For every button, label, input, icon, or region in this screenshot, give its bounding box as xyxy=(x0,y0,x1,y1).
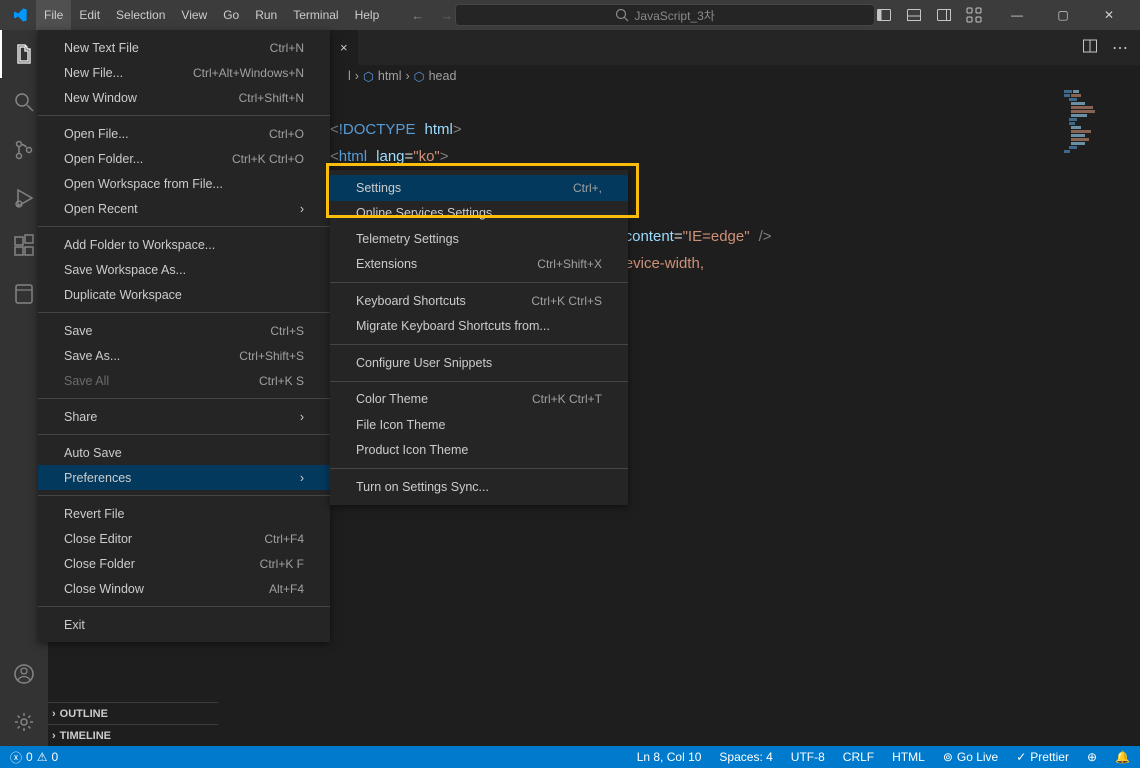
check-icon: ✓ xyxy=(1016,750,1026,764)
file-menu-item[interactable]: Save AllCtrl+K S xyxy=(38,368,330,393)
status-prettier[interactable]: ✓Prettier xyxy=(1014,750,1071,764)
file-menu-item[interactable]: Revert File xyxy=(38,501,330,526)
layout-customize-icon[interactable] xyxy=(966,7,982,23)
warning-icon: ⚠ xyxy=(37,750,48,764)
search-icon xyxy=(614,7,630,23)
file-menu: New Text FileCtrl+NNew File...Ctrl+Alt+W… xyxy=(38,30,330,642)
file-menu-item[interactable]: Add Folder to Workspace... xyxy=(38,232,330,257)
file-menu-item[interactable]: Auto Save xyxy=(38,440,330,465)
preferences-menu-item[interactable]: ExtensionsCtrl+Shift+X xyxy=(330,252,628,278)
menu-selection[interactable]: Selection xyxy=(108,0,173,30)
breadcrumb-head: head xyxy=(429,69,457,83)
search-placeholder-text: JavaScript_3차 xyxy=(634,7,714,24)
file-menu-item[interactable]: Preferences› xyxy=(38,465,330,490)
maximize-button[interactable]: ▢ xyxy=(1040,0,1086,30)
titlebar: FileEditSelectionViewGoRunTerminalHelp ←… xyxy=(0,0,1140,30)
status-eol[interactable]: CRLF xyxy=(841,750,876,764)
menu-run[interactable]: Run xyxy=(247,0,285,30)
menu-go[interactable]: Go xyxy=(215,0,247,30)
status-encoding[interactable]: UTF-8 xyxy=(789,750,827,764)
tab-actions: ⋯ xyxy=(1070,38,1140,58)
minimap[interactable] xyxy=(1064,90,1124,180)
menu-help[interactable]: Help xyxy=(347,0,388,30)
statusbar: ⓧ0 ⚠0 Ln 8, Col 10 Spaces: 4 UTF-8 CRLF … xyxy=(0,746,1140,768)
status-bell-icon[interactable]: 🔔 xyxy=(1113,750,1132,764)
layout-sidebar-right-icon[interactable] xyxy=(936,7,952,23)
file-menu-item[interactable]: Close EditorCtrl+F4 xyxy=(38,526,330,551)
file-menu-item[interactable]: Open Folder...Ctrl+K Ctrl+O xyxy=(38,146,330,171)
menu-terminal[interactable]: Terminal xyxy=(285,0,346,30)
file-menu-item[interactable]: Share› xyxy=(38,404,330,429)
split-editor-icon[interactable] xyxy=(1082,38,1098,54)
preferences-menu-item[interactable]: Telemetry Settings xyxy=(330,226,628,252)
accounts-icon[interactable] xyxy=(0,650,48,698)
preferences-menu-item[interactable]: Color ThemeCtrl+K Ctrl+T xyxy=(330,387,628,413)
window-controls: — ▢ ✕ xyxy=(994,0,1132,30)
preferences-menu-item[interactable]: SettingsCtrl+, xyxy=(330,175,628,201)
preferences-menu-item[interactable]: Product Icon Theme xyxy=(330,438,628,464)
file-menu-item[interactable]: SaveCtrl+S xyxy=(38,318,330,343)
menu-edit[interactable]: Edit xyxy=(71,0,108,30)
broadcast-icon: ⊚ xyxy=(943,750,953,764)
preferences-menu-item[interactable]: Configure User Snippets xyxy=(330,350,628,376)
status-cursor[interactable]: Ln 8, Col 10 xyxy=(635,750,704,764)
chevron-right-icon: › xyxy=(52,730,56,742)
titlebar-layout xyxy=(876,7,982,23)
layout-sidebar-left-icon[interactable] xyxy=(876,7,892,23)
preferences-menu-item[interactable]: File Icon Theme xyxy=(330,412,628,438)
preferences-menu-item[interactable]: Keyboard ShortcutsCtrl+K Ctrl+S xyxy=(330,288,628,314)
nav-back-icon[interactable]: ← xyxy=(411,8,424,23)
file-menu-item[interactable]: Open Workspace from File... xyxy=(38,171,330,196)
file-menu-item[interactable]: New File...Ctrl+Alt+Windows+N xyxy=(38,60,330,85)
sidebar-section-outline[interactable]: › OUTLINE xyxy=(48,702,218,724)
nav-forward-icon[interactable]: → xyxy=(440,8,453,23)
cube-icon: ⬡ xyxy=(363,69,374,84)
settings-gear-icon[interactable] xyxy=(0,698,48,746)
file-menu-item[interactable]: Close WindowAlt+F4 xyxy=(38,576,330,601)
chevron-right-icon: › xyxy=(52,708,56,720)
file-menu-item[interactable]: New WindowCtrl+Shift+N xyxy=(38,85,330,110)
status-golive[interactable]: ⊚Go Live xyxy=(941,750,1000,764)
file-menu-item[interactable]: Open Recent› xyxy=(38,196,330,221)
menu-file[interactable]: File xyxy=(36,0,71,30)
breadcrumb-file: l xyxy=(348,69,351,83)
preferences-submenu: SettingsCtrl+,Online Services SettingsTe… xyxy=(330,170,628,505)
file-menu-item[interactable]: Duplicate Workspace xyxy=(38,282,330,307)
minimize-button[interactable]: — xyxy=(994,0,1040,30)
titlebar-nav: ← → xyxy=(411,8,453,23)
status-errors[interactable]: ⓧ0 ⚠0 xyxy=(8,749,60,766)
editor-tab[interactable]: × xyxy=(330,30,358,65)
titlebar-search: JavaScript_3차 xyxy=(453,4,876,26)
menu-view[interactable]: View xyxy=(173,0,215,30)
menubar: FileEditSelectionViewGoRunTerminalHelp xyxy=(36,0,387,30)
sidebar-sections: › OUTLINE› TIMELINE xyxy=(48,702,218,746)
file-menu-item[interactable]: Exit xyxy=(38,612,330,637)
preferences-menu-item[interactable]: Migrate Keyboard Shortcuts from... xyxy=(330,314,628,340)
breadcrumb-html: html xyxy=(378,69,402,83)
status-feedback-icon[interactable]: ⊕ xyxy=(1085,750,1099,764)
command-center[interactable]: JavaScript_3차 xyxy=(455,4,875,26)
error-icon: ⓧ xyxy=(10,749,22,766)
file-menu-item[interactable]: Save Workspace As... xyxy=(38,257,330,282)
status-spaces[interactable]: Spaces: 4 xyxy=(717,750,774,764)
preferences-menu-item[interactable]: Online Services Settings xyxy=(330,201,628,227)
vscode-logo-icon xyxy=(12,7,28,23)
file-menu-item[interactable]: Save As...Ctrl+Shift+S xyxy=(38,343,330,368)
layout-panel-icon[interactable] xyxy=(906,7,922,23)
file-menu-item[interactable]: Close FolderCtrl+K F xyxy=(38,551,330,576)
preferences-menu-item[interactable]: Turn on Settings Sync... xyxy=(330,474,628,500)
status-language[interactable]: HTML xyxy=(890,750,927,764)
more-actions-icon[interactable]: ⋯ xyxy=(1112,38,1128,58)
sidebar-section-timeline[interactable]: › TIMELINE xyxy=(48,724,218,746)
tab-close-icon[interactable]: × xyxy=(340,40,348,55)
close-button[interactable]: ✕ xyxy=(1086,0,1132,30)
file-menu-item[interactable]: Open File...Ctrl+O xyxy=(38,121,330,146)
cube-icon: ⬡ xyxy=(414,69,425,84)
file-menu-item[interactable]: New Text FileCtrl+N xyxy=(38,35,330,60)
